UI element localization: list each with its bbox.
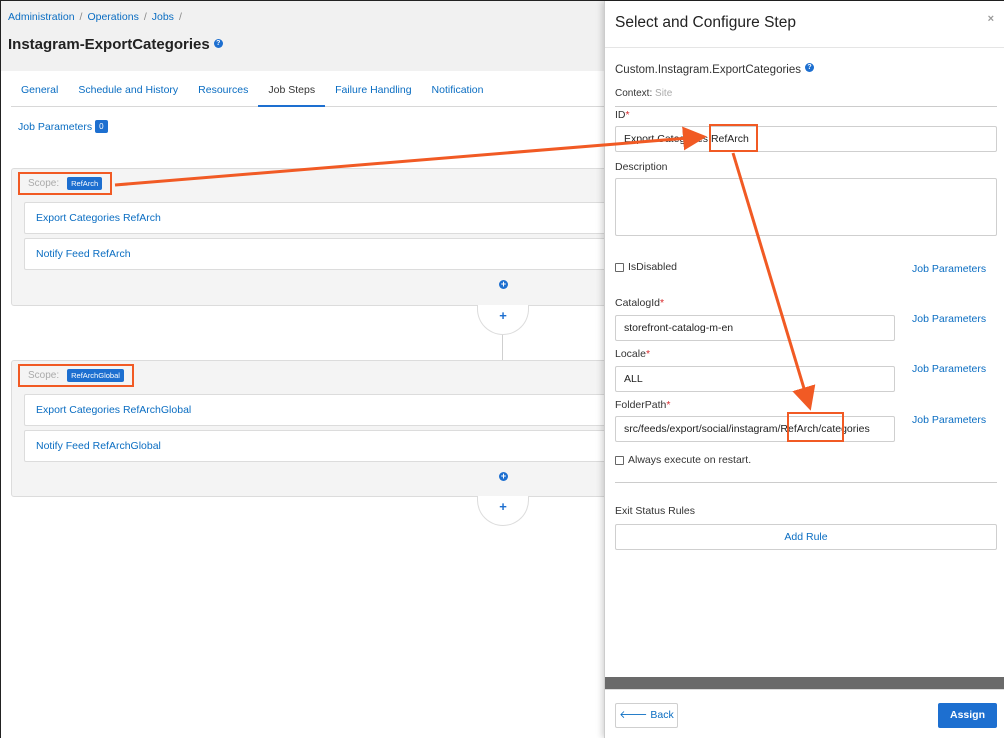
assign-button[interactable]: Assign (938, 703, 997, 728)
divider (615, 106, 997, 107)
breadcrumb-administration[interactable]: Administration (8, 11, 75, 23)
isdisabled-label: IsDisabled (628, 261, 678, 273)
tab-notification[interactable]: Notification (422, 77, 494, 107)
divider (605, 689, 1004, 690)
job-parameters-link-folderpath[interactable]: Job Parameters (912, 414, 986, 426)
arrow-left-icon: 🡐 (619, 709, 651, 721)
job-parameters-count-badge: 0 (95, 120, 108, 133)
connector-line (502, 335, 503, 360)
tab-bar: General Schedule and History Resources J… (11, 77, 605, 107)
page-title: Instagram-ExportCategories? (8, 36, 223, 53)
exit-status-rules-label: Exit Status Rules (615, 505, 695, 517)
job-parameters-label: Job Parameters (18, 121, 93, 133)
context-value: Site (655, 88, 673, 99)
job-parameters-link-isdisabled[interactable]: Job Parameters (912, 263, 986, 275)
horizontal-scrollbar[interactable] (605, 677, 1004, 689)
breadcrumb-jobs[interactable]: Jobs (152, 11, 174, 23)
scope-label-text: Scope: (28, 178, 60, 189)
folderpath-label-text: FolderPath (615, 399, 667, 411)
job-parameters-link[interactable]: Job Parameters 0 (18, 120, 108, 133)
page-header: Administration / Operations / Jobs / Instagra… (1, 1, 605, 71)
step-type-text: Custom.Instagram.ExportCategories (615, 64, 801, 76)
catalogid-label-text: CatalogId (615, 297, 660, 309)
scope-tag-refarchglobal[interactable]: RefArchGlobal (67, 369, 124, 382)
scope-label: Scope: RefArchGlobal (18, 364, 134, 387)
required-mark: * (659, 297, 665, 309)
locale-label-text: Locale (615, 348, 646, 360)
step-notify-feed-refarch[interactable]: Notify Feed RefArch (24, 238, 610, 270)
job-page: Administration / Operations / Jobs / Instagra… (1, 1, 610, 738)
id-input[interactable]: Export Categories RefArch (615, 126, 997, 152)
configure-step-panel: Select and Configure Step × Custom.Insta… (604, 1, 1004, 738)
description-textarea[interactable] (615, 178, 997, 236)
id-label: ID* (615, 109, 630, 121)
divider (615, 482, 997, 483)
tab-schedule-and-history[interactable]: Schedule and History (68, 77, 188, 107)
tab-resources[interactable]: Resources (188, 77, 258, 107)
always-execute-label: Always execute on restart. (628, 454, 752, 466)
isdisabled-checkbox[interactable] (615, 262, 624, 272)
divider (605, 47, 1004, 48)
step-type-title: Custom.Instagram.ExportCategories? (615, 63, 814, 76)
highlight-id-refarch (709, 124, 758, 152)
folderpath-input[interactable]: src/feeds/export/social/instagram/RefArc… (615, 416, 895, 442)
always-execute-checkbox-row[interactable]: Always execute on restart. (615, 454, 751, 466)
id-label-text: ID (615, 109, 626, 121)
breadcrumb-separator: / (143, 11, 147, 23)
job-parameters-link-catalogid[interactable]: Job Parameters (912, 313, 986, 325)
context-label: Context: (615, 88, 653, 99)
scope-label: Scope: RefArch (18, 172, 113, 195)
required-mark: * (666, 399, 671, 411)
scope-label-text: Scope: (28, 370, 60, 381)
highlight-folderpath-refarch (787, 412, 844, 442)
page-title-text: Instagram-ExportCategories (8, 36, 210, 53)
scope-block-refarch: Scope: RefArch Export Categories RefArch … (11, 168, 610, 306)
add-step-icon[interactable]: + (499, 280, 508, 289)
step-export-categories-refarch[interactable]: Export Categories RefArch (24, 202, 610, 234)
breadcrumb-separator: / (79, 11, 83, 23)
help-icon[interactable]: ? (213, 39, 223, 48)
step-notify-feed-refarchglobal[interactable]: Notify Feed RefArchGlobal (24, 430, 610, 462)
required-mark: * (625, 109, 630, 121)
step-export-categories-refarchglobal[interactable]: Export Categories RefArchGlobal (24, 394, 610, 426)
tab-failure-handling[interactable]: Failure Handling (325, 77, 421, 107)
back-label: Back (650, 709, 674, 721)
locale-input[interactable]: ALL (615, 366, 895, 392)
tab-general[interactable]: General (11, 77, 68, 107)
scope-tag-refarch[interactable]: RefArch (67, 177, 103, 190)
tab-job-steps[interactable]: Job Steps (258, 77, 326, 107)
catalogid-label: CatalogId* (615, 297, 664, 309)
always-execute-checkbox[interactable] (615, 455, 624, 465)
job-parameters-link-locale[interactable]: Job Parameters (912, 363, 986, 375)
isdisabled-checkbox-row[interactable]: IsDisabled (615, 261, 677, 273)
help-icon[interactable]: ? (805, 63, 814, 72)
back-button[interactable]: 🡐 Back (615, 703, 678, 728)
add-step-icon[interactable]: + (499, 472, 508, 481)
required-mark: * (645, 348, 651, 360)
folderpath-label: FolderPath* (615, 399, 670, 411)
panel-title: Select and Configure Step (615, 14, 796, 31)
scope-block-refarchglobal: Scope: RefArchGlobal Export Categories Re… (11, 360, 610, 497)
add-scope-plus-icon[interactable]: + (477, 305, 529, 335)
breadcrumb-operations[interactable]: Operations (87, 11, 138, 23)
breadcrumb-separator: / (178, 11, 182, 23)
locale-label: Locale* (615, 348, 650, 360)
add-rule-button[interactable]: Add Rule (615, 524, 997, 550)
context-row: Context: Site (615, 88, 672, 99)
catalogid-input[interactable]: storefront-catalog-m-en (615, 315, 895, 341)
description-label: Description (615, 161, 668, 173)
close-icon[interactable]: × (988, 13, 994, 25)
add-scope-plus-icon[interactable]: + (477, 496, 529, 526)
breadcrumb: Administration / Operations / Jobs / (8, 11, 187, 23)
